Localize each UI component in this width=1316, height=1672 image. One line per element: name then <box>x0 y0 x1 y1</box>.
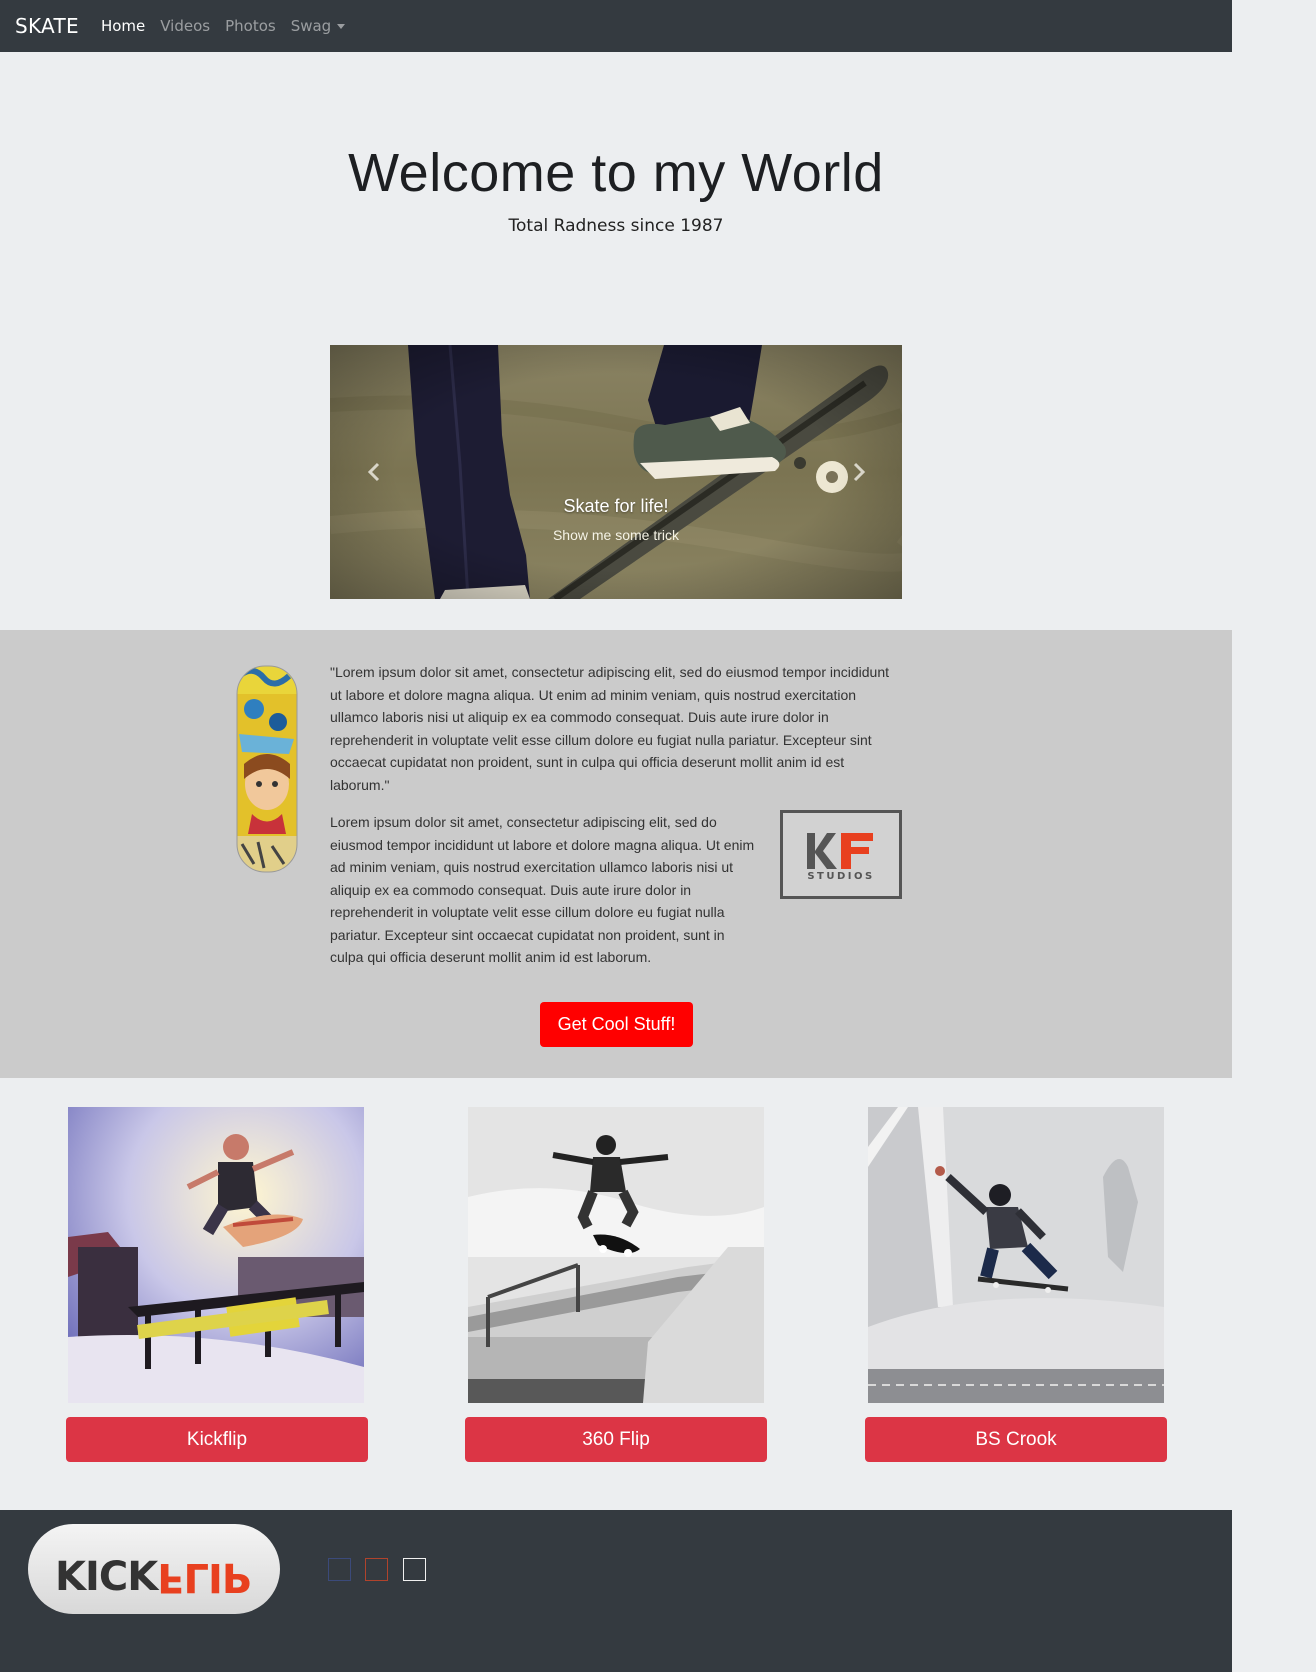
quote-paragraph: "Lorem ipsum dolor sit amet, consectetur… <box>330 664 890 793</box>
carousel-image <box>330 345 902 599</box>
page: SKATE Home Videos Photos Swag Welcome to… <box>0 0 1232 1672</box>
nav-swag-label: Swag <box>290 17 332 35</box>
360-flip-button[interactable]: 360 Flip <box>465 1417 767 1462</box>
kf-studios-text: STUDIOS <box>807 871 875 882</box>
brand-logo[interactable]: SKATE <box>15 14 79 38</box>
nav-videos-label: Videos <box>160 17 211 35</box>
skateboard-deck-image <box>236 665 298 873</box>
bs-crook-illustration <box>868 1107 1164 1403</box>
navbar: SKATE Home Videos Photos Swag <box>0 0 1232 52</box>
nav-home-label: Home <box>100 17 146 35</box>
carousel-caption-text: Show me some trick <box>552 527 680 543</box>
kickflip-logo-flip: FLIP <box>157 1554 251 1600</box>
caret-down-icon <box>337 23 346 29</box>
get-cool-stuff-button[interactable]: Get Cool Stuff! <box>540 1002 693 1047</box>
bs-crook-button[interactable]: BS Crook <box>865 1417 1167 1462</box>
kickflip-photo <box>68 1107 364 1403</box>
twitter-icon[interactable] <box>403 1558 426 1581</box>
kickflip-logo[interactable]: KICKFLIP <box>28 1524 280 1614</box>
bs-crook-photo <box>868 1107 1164 1403</box>
carousel-prev-button[interactable] <box>364 460 384 484</box>
nav-photos[interactable]: Photos <box>225 17 276 35</box>
carousel-next-button[interactable] <box>849 460 869 484</box>
skate-photo-illustration <box>330 345 902 599</box>
facebook-icon[interactable] <box>328 1558 351 1581</box>
google-plus-icon[interactable] <box>365 1558 388 1581</box>
360-flip-illustration <box>468 1107 764 1403</box>
hero-title: Welcome to my World <box>348 143 884 203</box>
footer: KICKFLIP <box>0 1510 1232 1672</box>
chevron-left-icon <box>367 462 380 482</box>
chevron-right-icon <box>853 462 866 482</box>
kickflip-logo-text: KICKFLIP <box>55 1554 250 1600</box>
360-flip-photo <box>468 1107 764 1403</box>
nav-photos-label: Photos <box>225 17 276 35</box>
body-paragraph: Lorem ipsum dolor sit amet, consectetur … <box>330 814 755 965</box>
nav-home[interactable]: Home <box>101 17 145 35</box>
kickflip-illustration <box>68 1107 364 1403</box>
kickflip-logo-kick: KICK <box>55 1554 158 1600</box>
nav-swag-dropdown[interactable]: Swag <box>291 17 346 35</box>
kickflip-button[interactable]: Kickflip <box>66 1417 368 1462</box>
kf-logo-mark <box>807 833 873 869</box>
hero-subtitle: Total Radness since 1987 <box>508 216 724 236</box>
kf-studios-logo: STUDIOS <box>780 810 902 899</box>
nav-videos[interactable]: Videos <box>160 17 210 35</box>
carousel-caption-title: Skate for life! <box>563 496 669 516</box>
